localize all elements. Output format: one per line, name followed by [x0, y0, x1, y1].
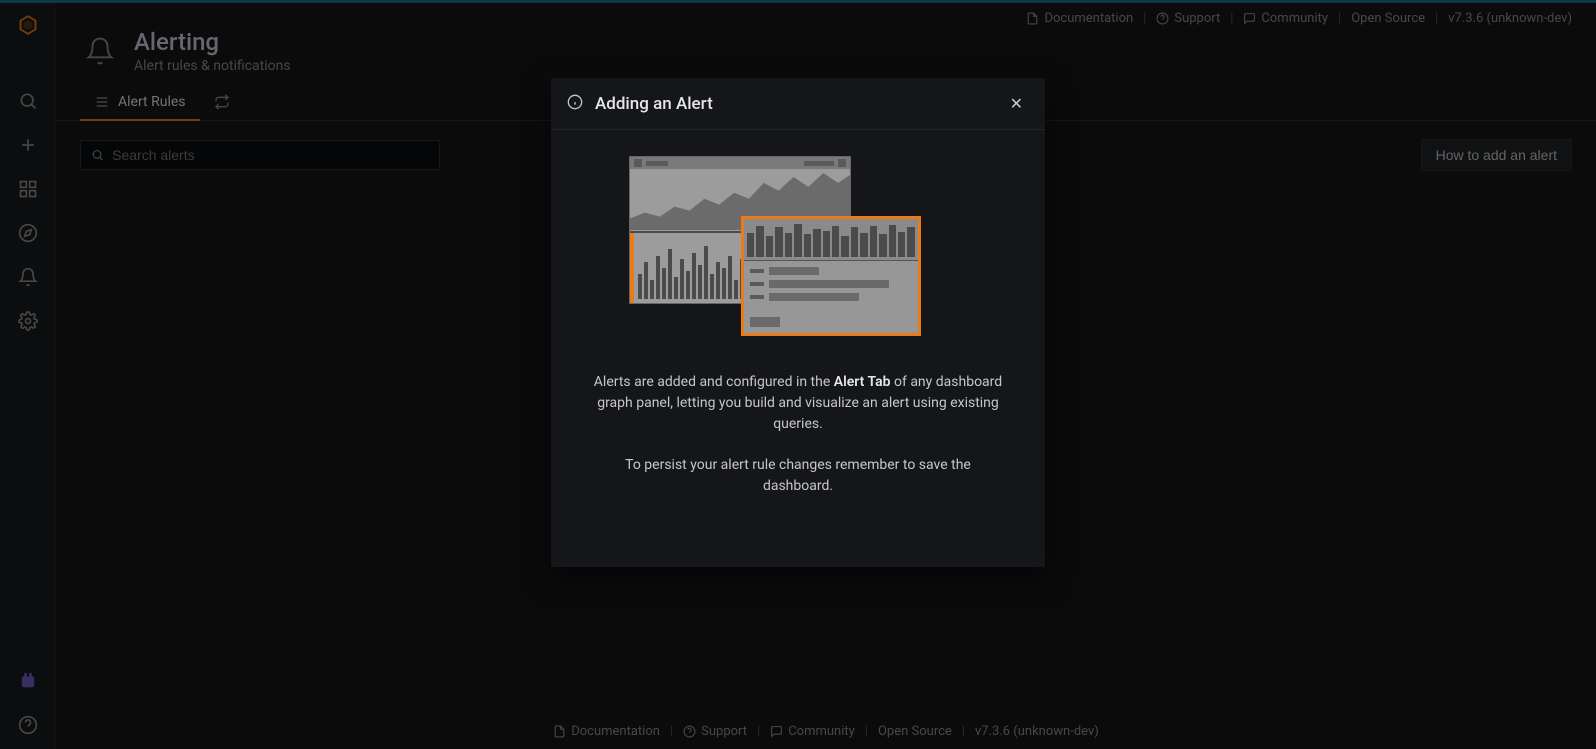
info-icon: [567, 94, 583, 114]
modal-overlay[interactable]: Adding an Alert ✕: [0, 0, 1596, 749]
modal-illustration: [591, 156, 1005, 346]
modal-title: Adding an Alert: [595, 94, 713, 114]
close-icon[interactable]: ✕: [1004, 90, 1029, 117]
modal-text: Alerts are added and configured in the A…: [591, 372, 1005, 497]
modal: Adding an Alert ✕: [551, 78, 1045, 567]
